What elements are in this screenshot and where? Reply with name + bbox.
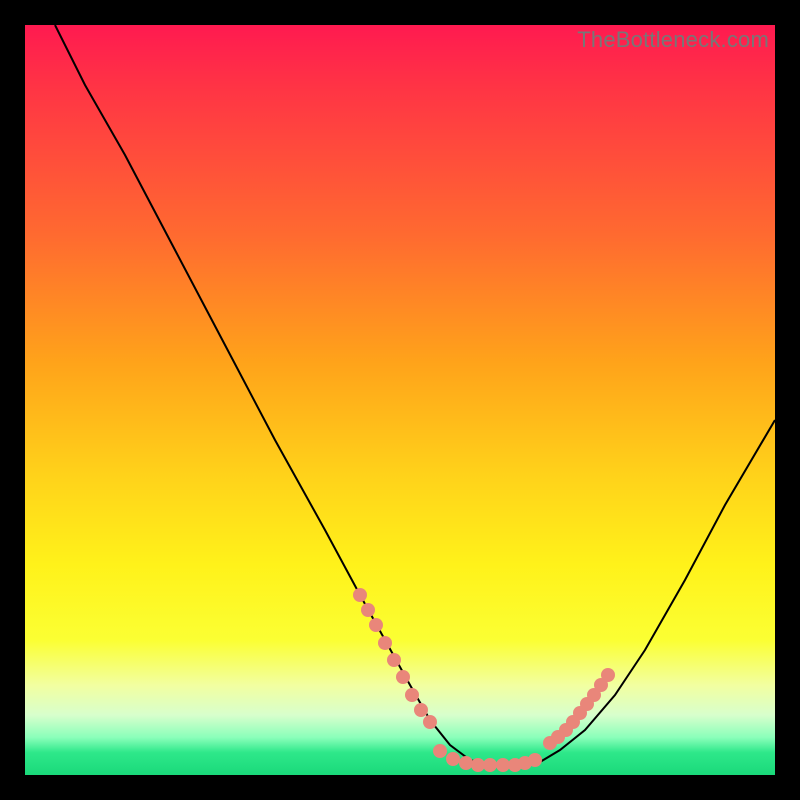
watermark-label: TheBottleneck.com <box>577 27 769 53</box>
chart-area: TheBottleneck.com <box>25 25 775 775</box>
highlight-dots <box>25 25 775 775</box>
